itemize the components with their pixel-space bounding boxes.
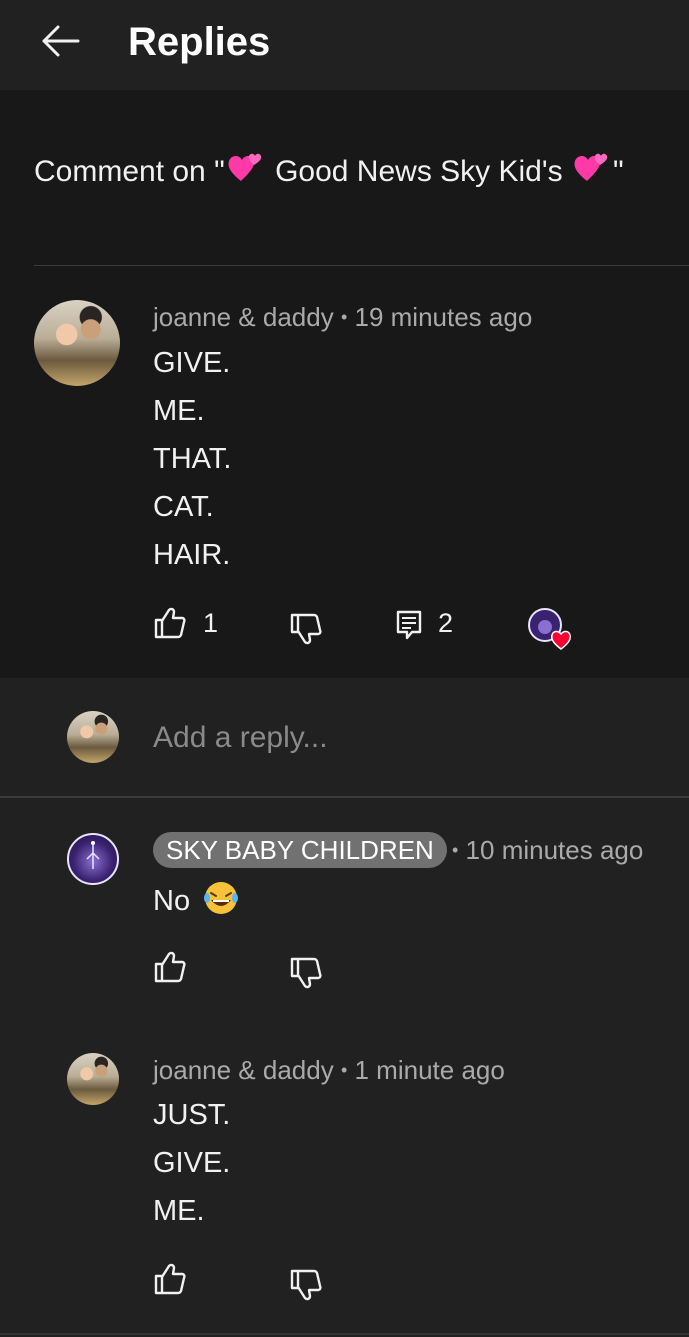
- reply-text-line: ME.: [153, 1195, 205, 1227]
- reply-text-line: GIVE.: [153, 1147, 231, 1179]
- thumbs-down-icon: [290, 613, 322, 645]
- reply-count: 2: [438, 607, 454, 638]
- meta-separator: •: [340, 307, 348, 327]
- divider: [34, 265, 689, 266]
- reply-text-content: No: [153, 885, 191, 917]
- back-button[interactable]: [34, 18, 86, 64]
- video-context-title: Comment on " Good News Sky Kid's ": [34, 150, 624, 198]
- context-prefix: Comment on ": [34, 155, 225, 188]
- like-button[interactable]: [153, 1262, 187, 1296]
- comment-text-line: CAT.: [153, 491, 214, 523]
- comment-time: 19 minutes ago: [354, 302, 533, 332]
- divider: [0, 1333, 689, 1335]
- reply-meta: joanne & daddy • 1 minute ago: [153, 1053, 505, 1087]
- comment-meta: joanne & daddy • 19 minutes ago: [153, 300, 532, 334]
- app-header: Replies: [0, 0, 689, 90]
- thumbs-down-icon: [290, 1269, 322, 1301]
- thumbs-up-icon: [154, 1263, 186, 1295]
- heart-emoji-icon: [573, 151, 611, 198]
- dislike-button[interactable]: [289, 1268, 323, 1302]
- divider: [0, 796, 689, 798]
- reply-meta: • 10 minutes ago: [452, 833, 643, 867]
- reply-time: 10 minutes ago: [465, 835, 644, 865]
- reply-author: SKY BABY CHILDREN: [166, 835, 434, 865]
- dislike-button[interactable]: [289, 612, 323, 646]
- thumbs-up-icon: [154, 951, 186, 983]
- avatar[interactable]: [67, 833, 119, 885]
- creator-badge[interactable]: SKY BABY CHILDREN: [153, 832, 447, 868]
- dislike-button[interactable]: [289, 956, 323, 990]
- channel-logo-icon: [86, 841, 100, 869]
- thumbs-up-icon: [154, 607, 186, 639]
- replies-button[interactable]: 2: [396, 606, 453, 640]
- avatar: [67, 711, 119, 763]
- avatar[interactable]: [34, 300, 120, 386]
- reply-time: 1 minute ago: [354, 1055, 505, 1085]
- comment-author[interactable]: joanne & daddy: [153, 302, 334, 332]
- like-button[interactable]: 1: [153, 606, 218, 640]
- laughing-emoji-icon: [202, 880, 240, 924]
- reply-text-line: JUST.: [153, 1099, 231, 1131]
- thumbs-down-icon: [290, 957, 322, 989]
- reply-input[interactable]: Add a reply...: [153, 718, 653, 758]
- video-title-text: Good News Sky Kid's: [275, 155, 563, 188]
- context-suffix: ": [612, 155, 624, 188]
- comment-text-line: ME.: [153, 395, 205, 427]
- like-button[interactable]: [153, 950, 187, 984]
- creator-heart-icon: [528, 608, 571, 650]
- comment-text-line: HAIR.: [153, 539, 231, 571]
- reply-text: No: [153, 880, 240, 924]
- comment-text-line: GIVE.: [153, 347, 231, 379]
- comment-text-line: THAT.: [153, 443, 232, 475]
- reply-author[interactable]: joanne & daddy: [153, 1055, 334, 1085]
- back-arrow-icon: [42, 25, 80, 57]
- avatar[interactable]: [67, 1053, 119, 1105]
- comment-icon: [396, 610, 422, 640]
- meta-separator: •: [452, 840, 459, 860]
- page-title: Replies: [128, 20, 271, 64]
- meta-separator: •: [340, 1060, 348, 1080]
- like-count: 1: [203, 607, 219, 638]
- heart-emoji-icon: [227, 151, 265, 198]
- creator-heart: [527, 607, 575, 651]
